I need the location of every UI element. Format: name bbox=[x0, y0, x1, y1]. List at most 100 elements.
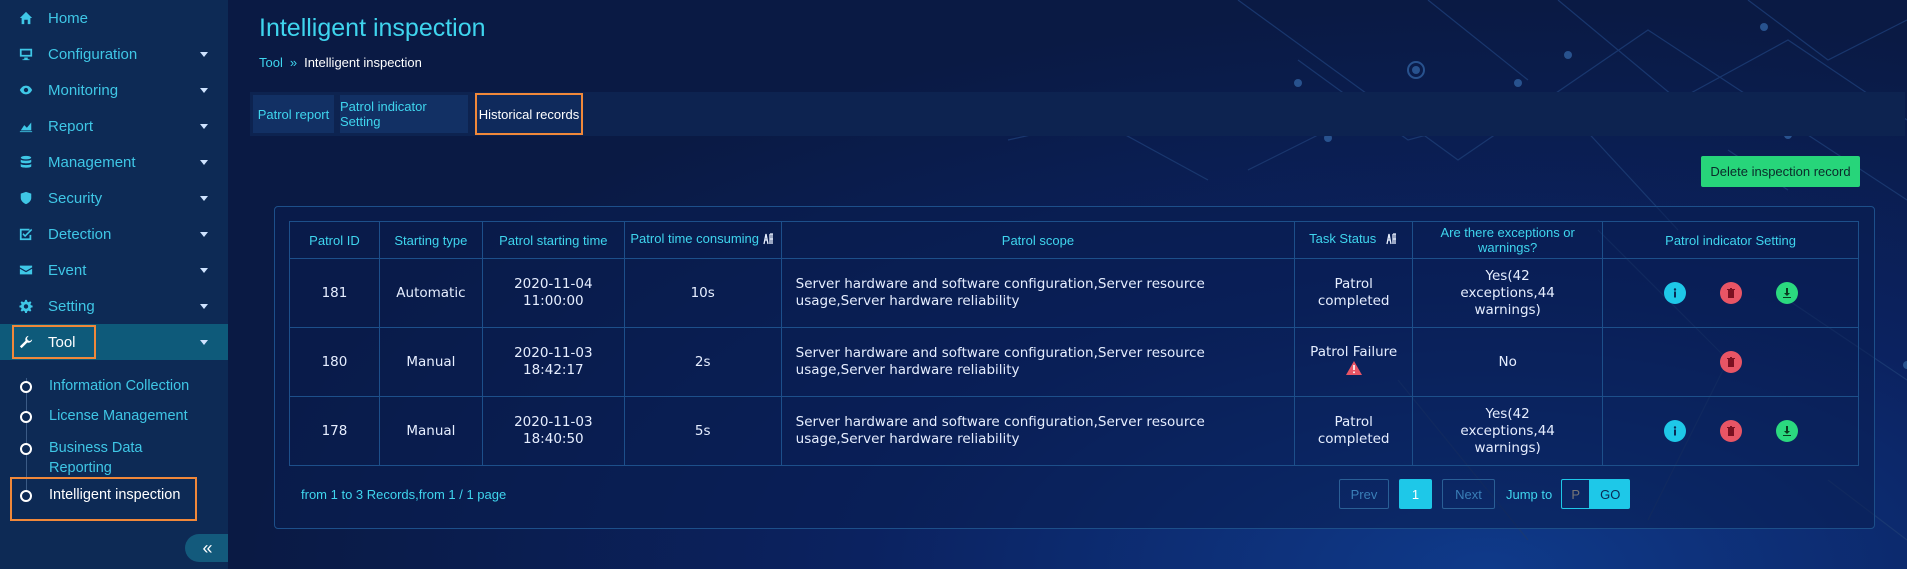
cell-starting-time: 2020-11-03 18:40:50 bbox=[481, 396, 625, 466]
column-header-exceptions[interactable]: Are there exceptions or warnings? bbox=[1412, 221, 1604, 259]
chevron-down-icon bbox=[200, 52, 208, 57]
wrench-icon bbox=[18, 334, 34, 350]
column-header-label: Patrol time consuming bbox=[630, 231, 760, 247]
download-icon[interactable] bbox=[1775, 420, 1798, 442]
page-number-button[interactable]: 1 bbox=[1399, 479, 1432, 509]
info-icon[interactable] bbox=[1663, 420, 1686, 442]
prev-page-button[interactable]: Prev bbox=[1339, 479, 1389, 509]
sidebar: Home Configuration Monitoring Report Man… bbox=[0, 0, 230, 569]
main-content: Intelligent inspection Tool » Intelligen… bbox=[228, 0, 1907, 569]
cell-actions bbox=[1602, 327, 1859, 397]
sidebar-item-security[interactable]: Security bbox=[0, 180, 228, 216]
breadcrumb: Tool » Intelligent inspection bbox=[259, 55, 422, 70]
cell-time: 18:40:50 bbox=[523, 431, 584, 447]
sort-icon[interactable] bbox=[1386, 232, 1398, 249]
delete-inspection-record-button[interactable]: Delete inspection record bbox=[1701, 156, 1860, 187]
column-header-indicator-setting[interactable]: Patrol indicator Setting bbox=[1602, 221, 1859, 259]
cell-starting-type: Manual bbox=[378, 396, 483, 466]
cell-patrol-scope: Server hardware and software configurati… bbox=[780, 258, 1296, 328]
tab-historical-records[interactable]: Historical records bbox=[475, 93, 583, 135]
go-button[interactable]: GO bbox=[1590, 479, 1631, 509]
table-row: 178 Manual 2020-11-03 18:40:50 5s Server… bbox=[289, 396, 1859, 466]
database-icon bbox=[18, 154, 34, 170]
cell-exceptions: Yes(42 exceptions,44 warnings) bbox=[1412, 396, 1604, 466]
sidebar-item-report[interactable]: Report bbox=[0, 108, 228, 144]
jump-page-input[interactable] bbox=[1561, 479, 1591, 509]
column-header-time-consuming[interactable]: Patrol time consuming bbox=[623, 221, 782, 259]
sidebar-item-event[interactable]: Event bbox=[0, 252, 228, 288]
tab-bar: Patrol report Patrol indicator Setting H… bbox=[250, 92, 1905, 136]
records-panel: Patrol ID Starting type Patrol starting … bbox=[274, 206, 1875, 529]
records-summary: from 1 to 3 Records,from 1 / 1 page bbox=[301, 487, 507, 502]
records-table: Patrol ID Starting type Patrol starting … bbox=[289, 221, 1859, 466]
jump-to-label: Jump to bbox=[1506, 486, 1553, 502]
chevron-down-icon bbox=[200, 268, 208, 273]
home-icon bbox=[18, 10, 34, 26]
sidebar-item-home[interactable]: Home bbox=[0, 0, 228, 36]
status-text: Patrol Failure bbox=[1310, 344, 1398, 360]
chevron-down-icon bbox=[200, 160, 208, 165]
bullet-dot-icon bbox=[20, 490, 32, 502]
cell-patrol-scope: Server hardware and software configurati… bbox=[780, 327, 1296, 397]
cell-patrol-id: 178 bbox=[289, 396, 380, 466]
cell-exceptions: Yes(42 exceptions,44 warnings) bbox=[1412, 258, 1604, 328]
trash-icon[interactable] bbox=[1719, 351, 1742, 373]
sidebar-item-monitoring[interactable]: Monitoring bbox=[0, 72, 228, 108]
download-icon[interactable] bbox=[1775, 282, 1798, 304]
cell-time: 18:42:17 bbox=[523, 362, 584, 378]
table-header-row: Patrol ID Starting type Patrol starting … bbox=[289, 221, 1859, 259]
cell-duration: 10s bbox=[623, 258, 782, 328]
cell-date: 2020-11-04 bbox=[514, 276, 593, 292]
trash-icon[interactable] bbox=[1719, 282, 1742, 304]
double-chevron-left-icon: « bbox=[202, 537, 213, 558]
tab-patrol-report[interactable]: Patrol report bbox=[253, 95, 334, 133]
chevron-down-icon bbox=[200, 88, 208, 93]
chevron-down-icon bbox=[200, 124, 208, 129]
submenu-item-label: Information Collection bbox=[49, 378, 190, 394]
bullet-dot-icon bbox=[20, 411, 32, 423]
tab-patrol-indicator-setting[interactable]: Patrol indicator Setting bbox=[340, 95, 468, 133]
submenu-item-label: License Management bbox=[49, 408, 188, 424]
status-text: Patrol completed bbox=[1317, 414, 1390, 447]
column-header-starting-type[interactable]: Starting type bbox=[378, 221, 483, 259]
sort-icon[interactable] bbox=[763, 232, 775, 249]
next-page-button[interactable]: Next bbox=[1442, 479, 1495, 509]
submenu-item-information-collection[interactable]: Information Collection bbox=[20, 378, 189, 394]
submenu-item-business-data-reporting[interactable]: Business Data Reporting bbox=[20, 438, 170, 478]
bullet-dot-icon bbox=[20, 443, 32, 455]
sidebar-item-tool[interactable]: Tool bbox=[0, 324, 228, 360]
column-header-task-status[interactable]: Task Status bbox=[1294, 221, 1414, 259]
trash-icon[interactable] bbox=[1719, 420, 1742, 442]
cell-actions bbox=[1602, 258, 1859, 328]
sidebar-item-configuration[interactable]: Configuration bbox=[0, 36, 228, 72]
cell-patrol-scope: Server hardware and software configurati… bbox=[780, 396, 1296, 466]
table-row: 181 Automatic 2020-11-04 11:00:00 10s Se… bbox=[289, 258, 1859, 328]
column-header-patrol-scope[interactable]: Patrol scope bbox=[780, 221, 1296, 259]
column-header-label: Task Status bbox=[1309, 231, 1377, 247]
sidebar-item-management[interactable]: Management bbox=[0, 144, 228, 180]
sidebar-item-setting[interactable]: Setting bbox=[0, 288, 228, 324]
submenu-item-label: Business Data Reporting bbox=[49, 440, 143, 476]
breadcrumb-link-tool[interactable]: Tool bbox=[259, 55, 283, 70]
sidebar-item-detection[interactable]: Detection bbox=[0, 216, 228, 252]
submenu-item-license-management[interactable]: License Management bbox=[20, 408, 188, 424]
cell-task-status: Patrol completed bbox=[1294, 258, 1414, 328]
cell-starting-time: 2020-11-04 11:00:00 bbox=[481, 258, 625, 328]
cell-patrol-id: 180 bbox=[289, 327, 380, 397]
breadcrumb-separator-icon: » bbox=[289, 55, 298, 70]
cell-task-status: Patrol Failure bbox=[1294, 327, 1414, 397]
submenu-item-intelligent-inspection[interactable]: Intelligent inspection bbox=[20, 487, 180, 503]
sidebar-item-label: Configuration bbox=[48, 45, 138, 63]
shield-icon bbox=[18, 190, 34, 206]
column-header-starting-time[interactable]: Patrol starting time bbox=[481, 221, 625, 259]
column-header-patrol-id[interactable]: Patrol ID bbox=[289, 221, 380, 259]
bullet-dot-icon bbox=[20, 381, 32, 393]
cell-starting-type: Manual bbox=[378, 327, 483, 397]
info-icon[interactable] bbox=[1663, 282, 1686, 304]
pagination: Prev 1 Next Jump to GO bbox=[1339, 479, 1631, 509]
submenu-item-label: Intelligent inspection bbox=[49, 487, 181, 503]
sidebar-item-label: Report bbox=[48, 117, 94, 135]
page-title: Intelligent inspection bbox=[259, 14, 486, 42]
sidebar-item-label: Tool bbox=[48, 333, 76, 351]
collapse-sidebar-button[interactable]: « bbox=[185, 534, 230, 562]
